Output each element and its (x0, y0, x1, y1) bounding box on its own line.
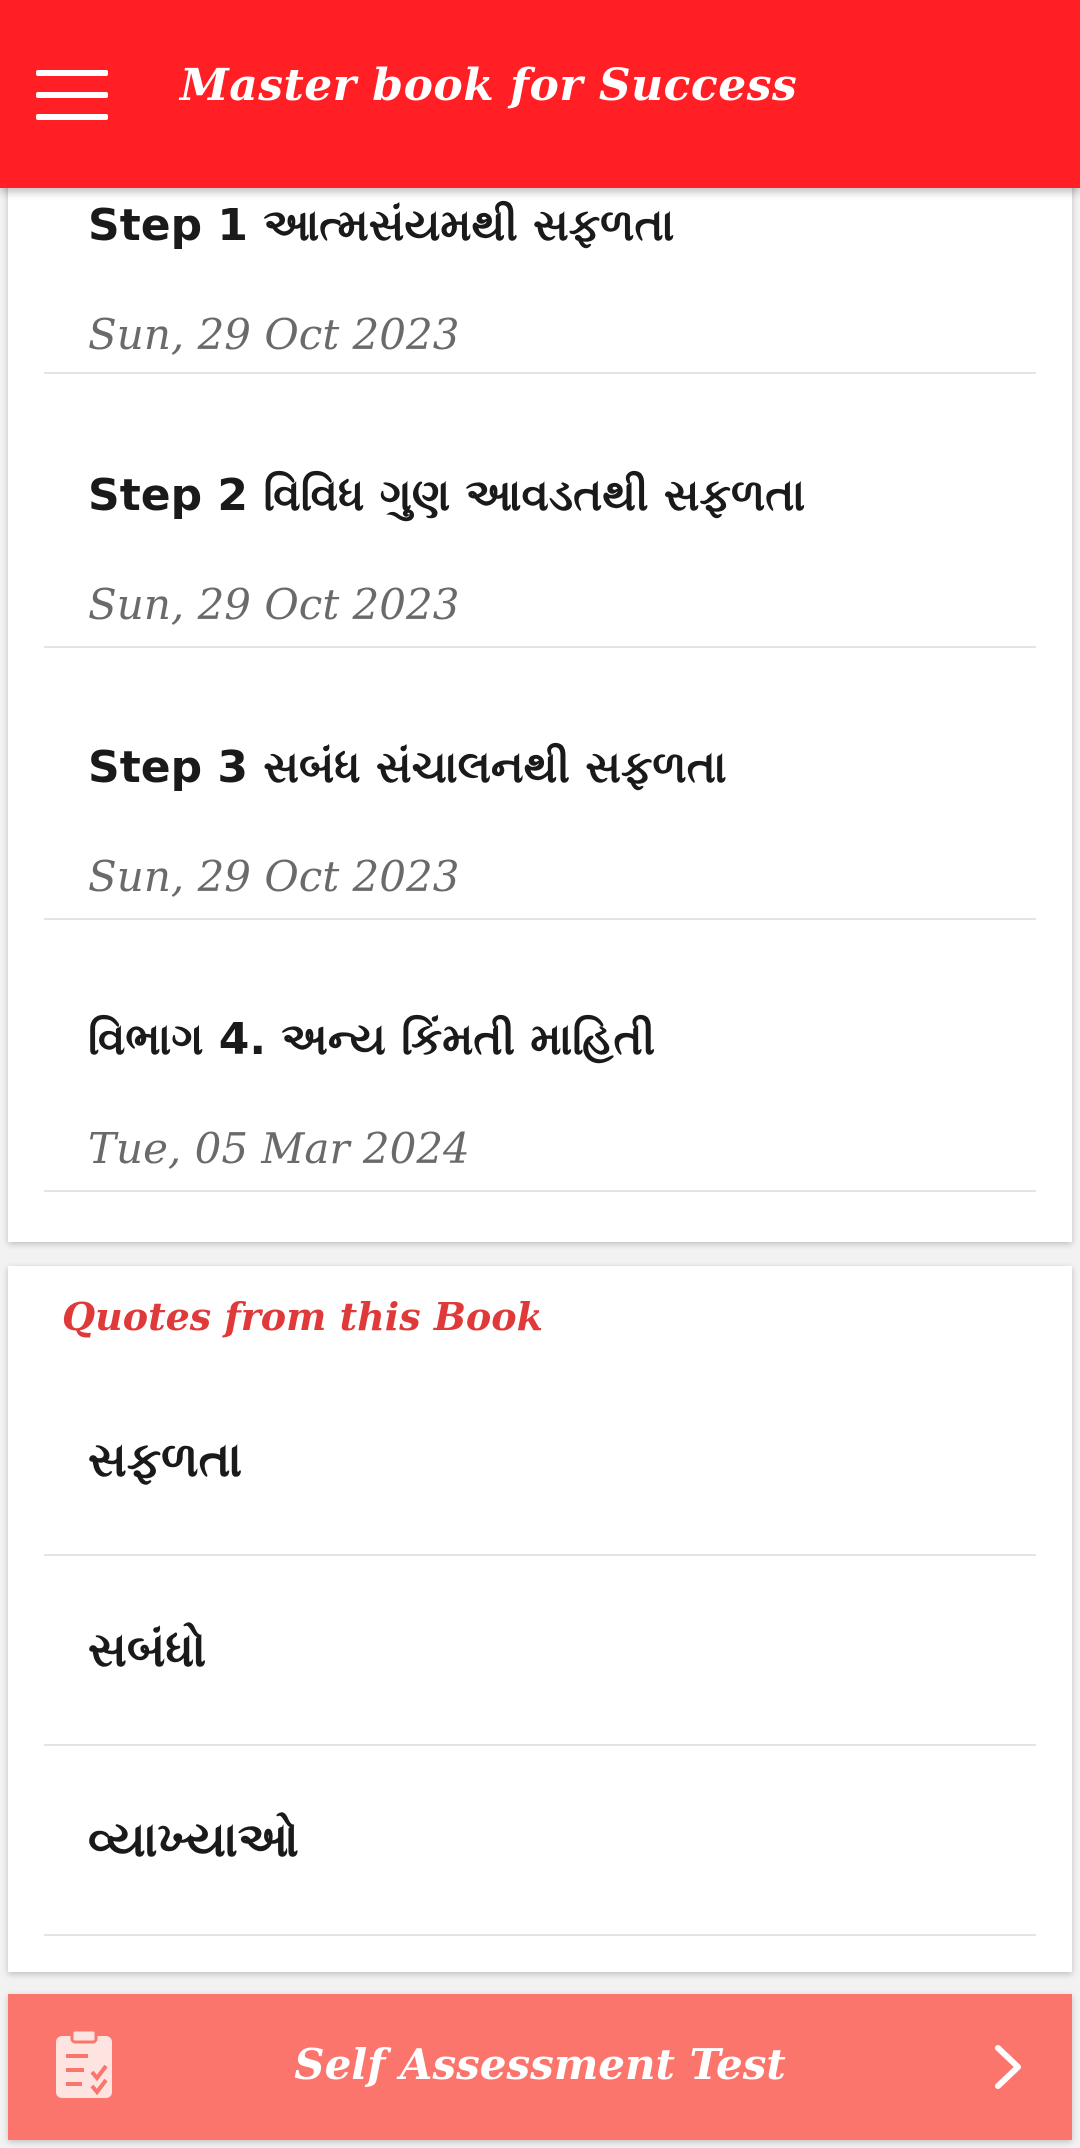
chapter-list: Step 1 આત્મસંયમથી સફળતા Sun, 29 Oct 2023… (8, 180, 1072, 1242)
app-title: Master book for Success (180, 60, 798, 111)
chapter-title: વિભાગ 4. અન્ય કિંમતી માહિતી (88, 1014, 656, 1065)
menu-icon-bar (36, 114, 108, 120)
quote-item-relations[interactable]: સબંધો (44, 1556, 1036, 1746)
menu-icon-bar (36, 92, 108, 98)
quote-item-definitions[interactable]: વ્યાખ્યાઓ (44, 1746, 1036, 1936)
chapter-date: Tue, 05 Mar 2024 (88, 1124, 470, 1173)
chapter-item-step-2[interactable]: Step 2 વિવિધ ગુણ આવડતથી સફળતા Sun, 29 Oc… (44, 374, 1036, 648)
chapter-item-step-3[interactable]: Step 3 સબંધ સંચાલનથી સફળતા Sun, 29 Oct 2… (44, 646, 1036, 920)
quotes-heading: Quotes from this Book (62, 1294, 543, 1339)
quotes-card: Quotes from this Book સફળતા સબંધો વ્યાખ્… (8, 1266, 1072, 1972)
app-bar: Master book for Success (0, 0, 1080, 188)
chevron-right-icon (995, 2045, 1021, 2089)
chapter-date: Sun, 29 Oct 2023 (88, 852, 460, 901)
menu-icon-bar (36, 70, 108, 76)
self-assessment-label: Self Assessment Test (294, 2040, 786, 2089)
chapter-title: Step 2 વિવિધ ગુણ આવડતથી સફળતા (88, 470, 806, 521)
quote-label: વ્યાખ્યાઓ (88, 1812, 299, 1868)
menu-icon[interactable] (36, 70, 108, 120)
chapter-title: Step 1 આત્મસંયમથી સફળતા (88, 200, 675, 251)
chapter-date: Sun, 29 Oct 2023 (88, 580, 460, 629)
chapter-date: Sun, 29 Oct 2023 (88, 310, 460, 359)
chapter-item-section-4[interactable]: વિભાગ 4. અન્ય કિંમતી માહિતી Tue, 05 Mar … (44, 918, 1036, 1192)
chapter-title: Step 3 સબંધ સંચાલનથી સફળતા (88, 742, 727, 793)
quote-item-success[interactable]: સફળતા (44, 1366, 1036, 1556)
quote-label: સફળતા (88, 1432, 243, 1488)
quote-label: સબંધો (88, 1622, 207, 1678)
self-assessment-test-button[interactable]: Self Assessment Test (8, 1994, 1072, 2140)
